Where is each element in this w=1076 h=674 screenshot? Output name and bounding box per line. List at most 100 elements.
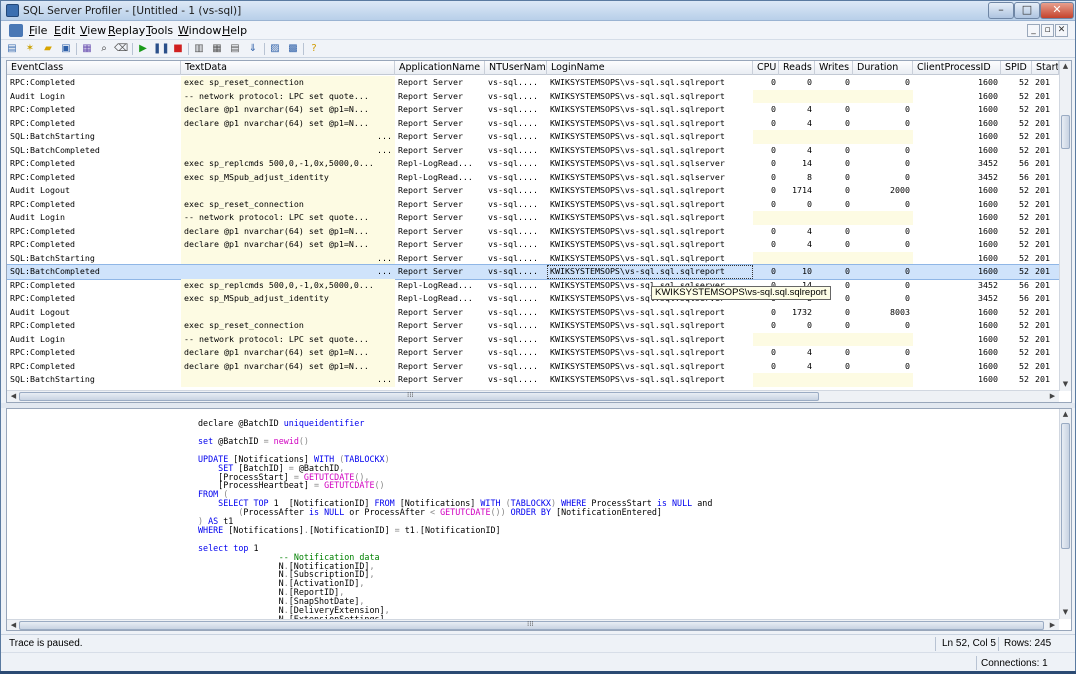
table-row[interactable]: SQL:BatchCompleted... Report Server vs-sql… (7, 143, 1059, 157)
table-row[interactable]: RPC:Completed exec sp_replcmds 500,0,-1,0… (7, 157, 1059, 171)
pause-icon[interactable]: ❚❚ (153, 42, 170, 56)
step-icon[interactable]: ▥ (192, 42, 206, 56)
scroll-left-icon[interactable]: ◀ (8, 392, 19, 400)
code-token: or ProcessAfter (344, 507, 430, 518)
code-line: WHERE [Notifications].[NotificationID] =… (198, 525, 712, 535)
menu-view[interactable]: View (80, 24, 106, 37)
table-row[interactable]: Audit Logout Report Server vs-sql.... KWIKS… (7, 305, 1059, 319)
open-icon[interactable]: ▰ (41, 42, 55, 56)
menu-edit[interactable]: Edit (54, 24, 75, 37)
table-row[interactable]: RPC:Completed declare @p1 nvarchar(64) se… (7, 346, 1059, 360)
table-row[interactable]: SQL:BatchStarting... Report Server vs-sql.… (7, 373, 1059, 387)
table-row[interactable]: RPC:Completed exec sp_reset_connection Rep… (7, 76, 1059, 90)
menu-replay[interactable]: Replay (108, 24, 145, 37)
column-header-cpu[interactable]: CPU (753, 61, 779, 75)
save-icon[interactable]: ▣ (59, 42, 73, 56)
cell-duration: 0 (905, 104, 910, 114)
menu-tools[interactable]: Tools (146, 24, 173, 37)
scroll-thumb[interactable] (1061, 423, 1070, 549)
table-row[interactable]: Audit Login -- network protocol: LPC set … (7, 332, 1059, 346)
cell-client-process-id: 3452 (978, 158, 998, 168)
grid-icon[interactable]: ▦ (210, 42, 224, 56)
textdata-pane[interactable]: declare @BatchID uniqueidentifier set @Ba… (6, 408, 1072, 631)
text-vertical-scrollbar[interactable]: ▲ ▼ (1059, 409, 1071, 619)
scroll-left-icon[interactable]: ◀ (8, 621, 19, 629)
table-row[interactable]: RPC:Completed declare @p1 nvarchar(64) se… (7, 103, 1059, 117)
scroll-thumb[interactable] (1061, 115, 1070, 149)
app-icon (6, 4, 19, 17)
trace-grid[interactable]: EventClass TextData ApplicationName NTUserN… (6, 60, 1072, 403)
table-row[interactable]: RPC:Completed declare @p1 nvarchar(64) se… (7, 224, 1059, 238)
mdi-close-button[interactable]: ✕ (1055, 24, 1068, 37)
cell-writes: 0 (845, 144, 850, 155)
close-button[interactable]: ✕ (1040, 2, 1074, 19)
cell-writes: 0 (845, 77, 850, 87)
cell-text-data: -- network protocol: LPC set quote... (181, 332, 395, 346)
column-header-login-name[interactable]: LoginName (547, 61, 753, 75)
scroll-down-icon[interactable]: ▼ (1060, 608, 1071, 616)
table-row[interactable]: RPC:Completed declare @p1 nvarchar(64) se… (7, 359, 1059, 373)
menu-window[interactable]: Window (178, 24, 221, 37)
grid-horizontal-scrollbar[interactable]: ◀ ⁞⁞⁞ ▶ (7, 390, 1059, 402)
toolbar-separator (303, 43, 304, 55)
table-row[interactable]: RPC:Completed exec sp_replcmds 500,0,-1,0… (7, 278, 1059, 292)
table-row[interactable]: RPC:Completed exec sp_reset_connection Rep… (7, 197, 1059, 211)
column-header-start-time[interactable]: StartTime (1032, 61, 1059, 75)
column-header-text-data[interactable]: TextData (181, 61, 395, 75)
mdi-restore-button[interactable]: ▫ (1041, 24, 1054, 37)
table-row[interactable]: SQL:BatchStarting... Report Server vs-sql.… (7, 251, 1059, 265)
perfmon-icon[interactable]: ▨ (268, 42, 282, 56)
table-row[interactable]: RPC:Completed exec sp_MSpub_adjust_identi… (7, 170, 1059, 184)
auto-scroll-icon[interactable]: ⇓ (246, 42, 260, 56)
cell-login-name: KWIKSYSTEMSOPS\vs-sql.sql.sqlreport (550, 77, 725, 87)
scroll-right-icon[interactable]: ▶ (1047, 392, 1058, 400)
cell-cpu: 0 (771, 117, 776, 128)
table-row[interactable]: SQL:BatchStarting... Report Server vs-sql.… (7, 130, 1059, 144)
clear-icon[interactable]: ⌫ (114, 42, 128, 56)
code-token: set (198, 435, 214, 446)
column-header-event-class[interactable]: EventClass (7, 61, 181, 75)
table-row[interactable]: Audit Login -- network protocol: LPC set … (7, 211, 1059, 225)
menu-file[interactable]: File (29, 24, 47, 37)
cell-duration: 0 (905, 158, 910, 168)
scroll-up-icon[interactable]: ▲ (1060, 410, 1071, 418)
column-header-application-name[interactable]: ApplicationName (395, 61, 485, 75)
cell-text-data: exec sp_MSpub_adjust_identity (181, 170, 395, 184)
columns-icon[interactable]: ▤ (228, 42, 242, 56)
find-icon[interactable]: ⌕ (97, 42, 111, 56)
help-icon[interactable]: ? (307, 42, 321, 56)
activity-icon[interactable]: ▩ (286, 42, 300, 56)
grid-vertical-scrollbar[interactable]: ▲ ▼ (1059, 61, 1071, 391)
stop-icon[interactable]: ■ (171, 42, 185, 56)
cell-spid: 52 (1019, 131, 1029, 141)
table-row[interactable]: RPC:Completed declare @p1 nvarchar(64) se… (7, 116, 1059, 130)
table-row[interactable]: RPC:Completed exec sp_MSpub_adjust_identi… (7, 292, 1059, 306)
column-header-client-process-id[interactable]: ClientProcessID (913, 61, 1001, 75)
new-trace-icon[interactable]: ▤ (5, 42, 19, 56)
code-token: ()) (490, 507, 506, 518)
scroll-thumb[interactable] (19, 392, 819, 401)
scroll-up-icon[interactable]: ▲ (1060, 62, 1071, 70)
table-row[interactable]: RPC:Completed exec sp_reset_connection Rep… (7, 319, 1059, 333)
column-header-spid[interactable]: SPID (1001, 61, 1032, 75)
cell-nt-user-name: vs-sql.... (488, 225, 538, 236)
minimize-button[interactable]: – (988, 2, 1014, 19)
table-row[interactable]: Audit Login -- network protocol: LPC set … (7, 89, 1059, 103)
properties-icon[interactable]: ▦ (80, 42, 94, 56)
column-header-reads[interactable]: Reads (779, 61, 815, 75)
maximize-button[interactable]: □ (1014, 2, 1040, 19)
scroll-down-icon[interactable]: ▼ (1060, 380, 1071, 388)
table-row[interactable]: RPC:Completed declare @p1 nvarchar(64) se… (7, 238, 1059, 252)
text-horizontal-scrollbar[interactable]: ◀ ⁞⁞⁞ ▶ (7, 619, 1059, 630)
table-row[interactable]: SQL:BatchCompleted... Report Server vs-sql… (7, 264, 1060, 280)
column-header-duration[interactable]: Duration (853, 61, 913, 75)
column-header-nt-user-name[interactable]: NTUserName (485, 61, 547, 75)
title-bar[interactable]: SQL Server Profiler - [Untitled - 1 (vs-… (1, 1, 1075, 21)
table-row[interactable]: Audit Logout Report Server vs-sql.... KWIKS… (7, 184, 1059, 198)
mdi-minimize-button[interactable]: _ (1027, 24, 1040, 37)
run-icon[interactable]: ▶ (136, 42, 150, 56)
new-template-icon[interactable]: ✶ (23, 42, 37, 56)
column-header-writes[interactable]: Writes (815, 61, 853, 75)
scroll-right-icon[interactable]: ▶ (1047, 621, 1058, 629)
menu-help[interactable]: Help (222, 24, 247, 37)
